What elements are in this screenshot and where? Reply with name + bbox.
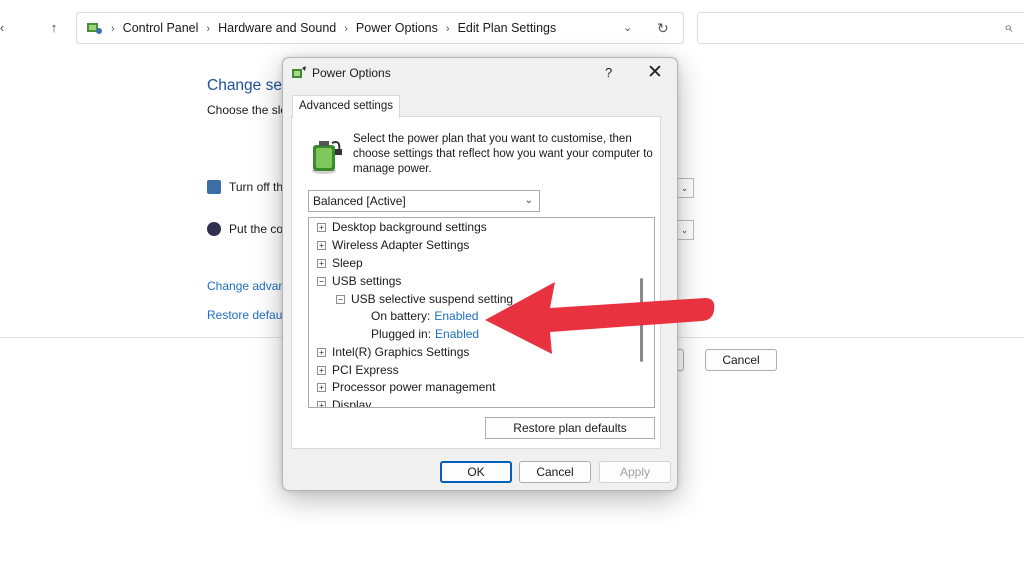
- dialog-description: Select the power plan that you want to c…: [353, 133, 653, 175]
- dialog-title: Power Options: [312, 66, 391, 80]
- expand-icon[interactable]: +: [317, 223, 326, 232]
- tree-item-sleep[interactable]: + Sleep: [317, 255, 363, 272]
- tree-item-intel-graphics[interactable]: + Intel(R) Graphics Settings: [317, 344, 469, 361]
- help-button[interactable]: ?: [605, 65, 612, 80]
- expand-icon[interactable]: +: [317, 401, 326, 407]
- cancel-button[interactable]: Cancel: [519, 461, 591, 483]
- search-input[interactable]: ⌕: [697, 12, 1024, 44]
- tab-advanced-settings[interactable]: Advanced settings: [292, 95, 400, 118]
- expand-icon[interactable]: +: [317, 241, 326, 250]
- setting-label: Turn off th: [229, 180, 284, 194]
- tree-item-label: Sleep: [332, 256, 363, 270]
- chevron-down-icon: ⌄: [524, 195, 533, 206]
- chevron-down-icon[interactable]: ⌄: [676, 178, 694, 198]
- battery-plug-icon: [312, 141, 342, 174]
- tree-item-label: PCI Express: [332, 363, 399, 377]
- up-arrow-icon[interactable]: ↑: [44, 16, 64, 40]
- moon-icon: [207, 222, 221, 236]
- tree-item-label: Processor power management: [332, 380, 496, 394]
- breadcrumb: › Control Panel › Hardware and Sound › Power …: [111, 13, 556, 44]
- expand-icon[interactable]: +: [317, 259, 326, 268]
- collapse-icon[interactable]: −: [336, 295, 345, 304]
- apply-button[interactable]: Apply: [599, 461, 671, 483]
- chevron-down-icon[interactable]: ⌄: [623, 13, 632, 43]
- tree-item-plugged-in[interactable]: Plugged in: Enabled: [371, 326, 479, 343]
- control-panel-icon: [87, 23, 102, 34]
- expand-icon[interactable]: +: [317, 383, 326, 392]
- selected-plan: Balanced [Active]: [313, 194, 406, 208]
- expand-icon[interactable]: +: [317, 366, 326, 375]
- tree-item-on-battery[interactable]: On battery: Enabled: [371, 308, 478, 325]
- address-bar[interactable]: › Control Panel › Hardware and Sound › Power …: [76, 12, 684, 44]
- chevron-right-icon: ›: [111, 23, 115, 35]
- chevron-right-icon: ›: [206, 23, 211, 35]
- restore-defaults-link[interactable]: Restore defaul: [207, 308, 285, 322]
- tree-item-label: Wireless Adapter Settings: [332, 238, 470, 252]
- breadcrumb-power-options[interactable]: Power Options: [356, 21, 438, 35]
- ok-button[interactable]: OK: [440, 461, 512, 483]
- annotation-arrow: [485, 282, 715, 354]
- chevron-right-icon: ›: [344, 23, 348, 35]
- collapse-icon[interactable]: −: [317, 277, 326, 286]
- tree-item-usb-settings[interactable]: − USB settings: [317, 273, 401, 290]
- tree-item-label: Display: [332, 398, 372, 408]
- sleep-setting: Put the co: [207, 222, 283, 236]
- page-subtitle: Choose the sle: [207, 103, 288, 117]
- close-button[interactable]: ✕: [647, 61, 663, 84]
- display-off-setting: Turn off th: [207, 180, 283, 194]
- tree-item-label: Intel(R) Graphics Settings: [332, 345, 470, 359]
- title-bar[interactable]: Power Options ? ✕: [283, 58, 677, 88]
- setting-label: Put the co: [229, 222, 284, 236]
- chevron-right-icon: ›: [445, 23, 450, 35]
- tree-item-label: Plugged in:: [371, 327, 432, 341]
- chevron-down-icon[interactable]: ⌄: [676, 220, 694, 240]
- breadcrumb-edit-plan-settings[interactable]: Edit Plan Settings: [458, 21, 557, 35]
- change-advanced-link[interactable]: Change advan: [207, 279, 285, 293]
- restore-plan-defaults-button[interactable]: Restore plan defaults: [485, 417, 655, 439]
- breadcrumb-control-panel[interactable]: Control Panel: [123, 21, 199, 35]
- tree-item-label: On battery:: [371, 309, 431, 323]
- tree-item-pci-express[interactable]: + PCI Express: [317, 362, 399, 379]
- breadcrumb-hardware-and-sound[interactable]: Hardware and Sound: [218, 21, 336, 35]
- back-button[interactable]: ‹: [0, 16, 12, 40]
- tree-item-label: Desktop background settings: [332, 220, 487, 234]
- power-options-icon: [292, 66, 306, 78]
- expand-icon[interactable]: +: [317, 348, 326, 357]
- search-icon: ⌕: [1004, 19, 1013, 36]
- monitor-clock-icon: [207, 180, 221, 194]
- power-plan-select[interactable]: Balanced [Active] ⌄: [308, 190, 540, 212]
- tree-item-wireless-adapter[interactable]: + Wireless Adapter Settings: [317, 237, 469, 254]
- tree-item-desktop-background[interactable]: + Desktop background settings: [317, 219, 487, 236]
- refresh-icon[interactable]: ↻: [657, 13, 669, 43]
- tree-item-processor-power[interactable]: + Processor power management: [317, 379, 495, 396]
- tree-item-display[interactable]: + Display: [317, 397, 372, 408]
- tree-item-label: USB settings: [332, 274, 402, 288]
- page-title: Change set: [207, 77, 287, 94]
